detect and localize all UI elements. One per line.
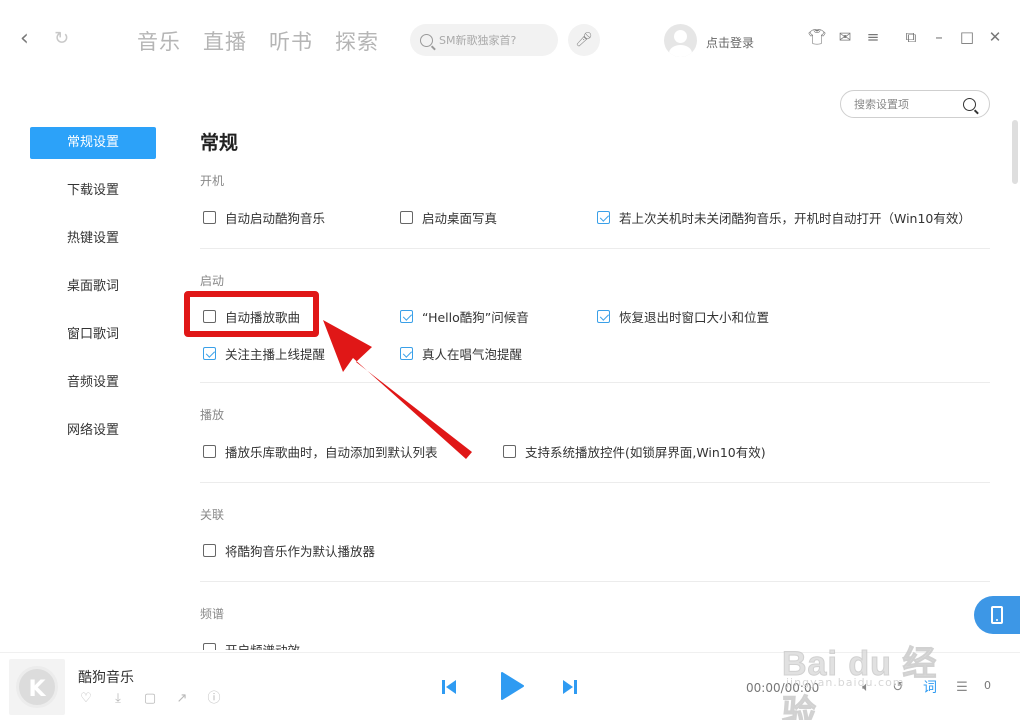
checkbox[interactable] — [400, 347, 413, 360]
main-tabs: 音乐 直播 听书 探索 — [137, 28, 379, 56]
checkbox[interactable] — [400, 310, 413, 323]
section-spectrum-title: 频谱 — [200, 607, 225, 621]
close-icon[interactable]: ✕ — [984, 28, 1006, 46]
sidebar-item-audio[interactable]: 音频设置 — [30, 367, 156, 399]
option-label: 支持系统播放控件(如锁屏界面,Win10有效) — [525, 445, 766, 460]
separator — [890, 28, 900, 46]
info-icon[interactable]: ⓘ — [206, 691, 222, 707]
song-title: 酷狗音乐 — [78, 670, 134, 686]
mini-mode-icon[interactable]: ⧉ — [900, 28, 922, 46]
sidebar-item-hotkeys[interactable]: 热键设置 — [30, 223, 156, 255]
checkbox[interactable] — [203, 544, 216, 557]
settings-sidebar: 常规设置 下载设置 热键设置 桌面歌词 窗口歌词 音频设置 网络设置 — [30, 127, 156, 463]
option-label: 恢复退出时窗口大小和位置 — [619, 310, 770, 325]
sidebar-item-network[interactable]: 网络设置 — [30, 415, 156, 447]
option-label: 真人在唱气泡提醒 — [422, 347, 523, 362]
tab-music[interactable]: 音乐 — [137, 28, 181, 56]
option-label: 播放乐库歌曲时，自动添加到默认列表 — [225, 445, 438, 460]
section-startup-title: 启动 — [200, 274, 225, 288]
share-icon[interactable]: ↗ — [174, 691, 190, 707]
heart-icon[interactable]: ♡ — [78, 691, 94, 707]
option-hello-greeting[interactable]: “Hello酷狗”问候音 — [400, 307, 529, 326]
sidebar-item-desktop-lyrics[interactable]: 桌面歌词 — [30, 271, 156, 303]
checkbox[interactable] — [203, 643, 216, 650]
next-icon[interactable] — [562, 679, 578, 695]
tab-audiobook[interactable]: 听书 — [269, 28, 313, 56]
watermark: Bai du 经验 jingyan.baidu.com — [782, 630, 972, 720]
previous-icon[interactable] — [441, 679, 457, 695]
option-label: 若上次关机时未关闭酷狗音乐，开机时自动打开（Win10有效） — [619, 211, 971, 226]
page-title: 常规 — [200, 132, 239, 154]
minimize-icon[interactable]: – — [928, 28, 950, 46]
option-auto-add-default-list[interactable]: 播放乐库歌曲时，自动添加到默认列表 — [203, 442, 438, 461]
section-boot-title: 开机 — [200, 174, 225, 188]
settings-search-input[interactable]: 搜索设置项 — [840, 90, 990, 118]
divider — [200, 482, 990, 483]
title-bar: ‹ ↻ 音乐 直播 听书 探索 SM新歌独家首? 🎤︎ 点击登录 👕︎ ✉ ≡ … — [0, 0, 1020, 80]
settings-content: 常规 开机 自动启动酷狗音乐 启动桌面写真 若上次关机时未关闭酷狗音乐，开机时自… — [200, 120, 990, 650]
option-anchor-online-alert[interactable]: 关注主播上线提醒 — [203, 344, 325, 363]
song-actions: ♡ ⤓ ▢ ↗ ⓘ — [78, 691, 222, 707]
option-singing-bubble[interactable]: 真人在唱气泡提醒 — [400, 344, 522, 363]
sidebar-item-window-lyrics[interactable]: 窗口歌词 — [30, 319, 156, 351]
scrollbar[interactable] — [1012, 120, 1018, 184]
message-icon[interactable]: ✉ — [834, 28, 856, 46]
tab-live[interactable]: 直播 — [203, 28, 247, 56]
menu-icon[interactable]: ≡ — [862, 28, 884, 46]
comment-icon[interactable]: ▢ — [142, 691, 158, 707]
checkbox[interactable] — [203, 211, 216, 224]
option-system-media-controls[interactable]: 支持系统播放控件(如锁屏界面,Win10有效) — [503, 442, 766, 461]
kugou-logo-icon: K — [16, 666, 58, 708]
option-desktop-photo[interactable]: 启动桌面写真 — [400, 208, 497, 227]
highlight-box — [184, 291, 319, 337]
search-input[interactable]: SM新歌独家首? — [410, 24, 558, 56]
section-association-title: 关联 — [200, 508, 225, 522]
divider — [200, 248, 990, 249]
login-link[interactable]: 点击登录 — [706, 34, 754, 51]
option-spectrum-animation[interactable]: 开启频谱动效 — [203, 640, 300, 650]
tab-explore[interactable]: 探索 — [335, 28, 379, 56]
avatar[interactable] — [664, 24, 697, 57]
watermark-url: jingyan.baidu.com — [786, 676, 905, 689]
option-default-player[interactable]: 将酷狗音乐作为默认播放器 — [203, 541, 375, 560]
back-icon[interactable]: ‹ — [20, 28, 40, 50]
option-restore-on-boot[interactable]: 若上次关机时未关闭酷狗音乐，开机时自动打开（Win10有效） — [597, 208, 971, 227]
window-controls: 👕︎ ✉ ≡ ⧉ – □ ✕ — [806, 28, 1012, 46]
settings-search-placeholder: 搜索设置项 — [854, 98, 909, 111]
play-icon[interactable] — [499, 671, 525, 701]
skin-icon[interactable]: 👕︎ — [806, 28, 828, 46]
divider — [200, 581, 990, 582]
checkbox[interactable] — [203, 347, 216, 360]
divider — [200, 382, 990, 383]
option-label: “Hello酷狗”问候音 — [422, 310, 529, 325]
checkbox[interactable] — [503, 445, 516, 458]
checkbox[interactable] — [400, 211, 413, 224]
sidebar-item-download[interactable]: 下载设置 — [30, 175, 156, 207]
sidebar-item-general[interactable]: 常规设置 — [30, 127, 156, 159]
phone-icon — [991, 606, 1003, 624]
section-playback-title: 播放 — [200, 408, 225, 422]
search-icon — [963, 97, 976, 111]
voice-search-icon[interactable]: 🎤︎ — [568, 24, 600, 56]
option-label: 开启频谱动效 — [225, 640, 300, 650]
refresh-icon[interactable]: ↻ — [54, 28, 74, 50]
checkbox[interactable] — [203, 445, 216, 458]
option-label: 启动桌面写真 — [422, 211, 498, 226]
album-cover[interactable]: K — [9, 659, 65, 715]
queue-count: 0 — [984, 679, 991, 692]
mobile-connect-button[interactable] — [974, 596, 1020, 634]
maximize-icon[interactable]: □ — [956, 28, 978, 46]
option-label: 关注主播上线提醒 — [225, 347, 326, 362]
option-label: 自动启动酷狗音乐 — [225, 211, 326, 226]
option-auto-start[interactable]: 自动启动酷狗音乐 — [203, 208, 325, 227]
option-restore-window[interactable]: 恢复退出时窗口大小和位置 — [597, 307, 769, 326]
download-icon[interactable]: ⤓ — [110, 691, 126, 707]
option-label: 将酷狗音乐作为默认播放器 — [225, 544, 376, 559]
search-icon — [420, 33, 433, 47]
search-placeholder: SM新歌独家首? — [439, 34, 517, 47]
checkbox[interactable] — [597, 310, 610, 323]
checkbox[interactable] — [597, 211, 610, 224]
